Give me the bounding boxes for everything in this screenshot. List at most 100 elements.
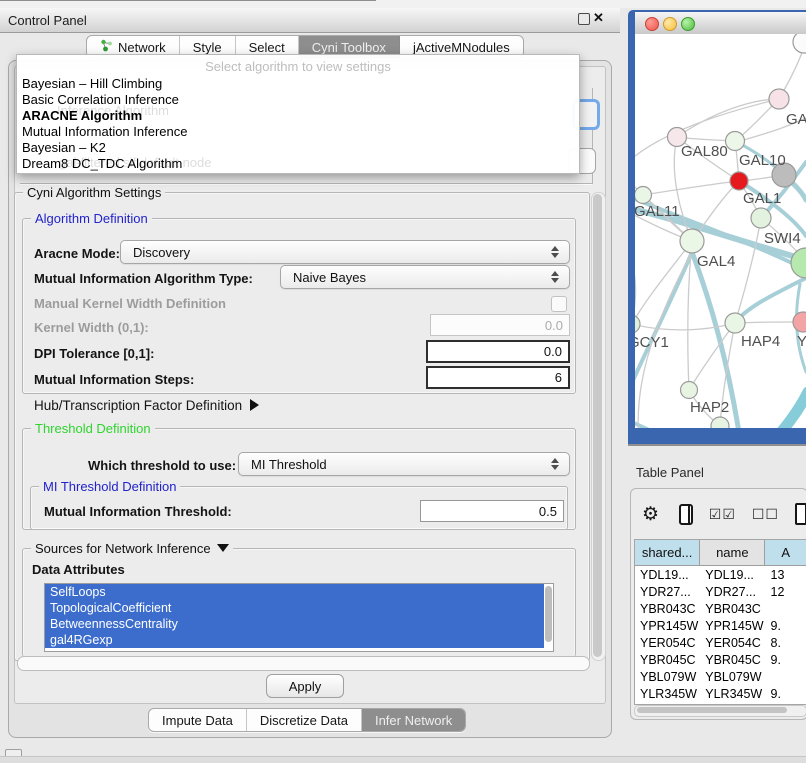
table-row[interactable]: YER054CYER054C8.: [635, 634, 806, 651]
network-edge[interactable]: [735, 218, 761, 323]
table-cell[interactable]: YBR043C: [700, 600, 765, 617]
table-cell[interactable]: 8.: [766, 634, 806, 651]
hub-definition-toggle[interactable]: Hub/Transcription Factor Definition: [34, 398, 259, 413]
network-graph[interactable]: GALGAL80GAL10GAL1GAL11SWI4GAL4GCY1HAP4YH…: [635, 34, 806, 428]
network-node[interactable]: [730, 172, 748, 190]
table-cell[interactable]: YDR27...: [635, 583, 700, 600]
network-node-gal[interactable]: [769, 89, 789, 109]
mi-steps-field[interactable]: 6: [426, 366, 570, 389]
table-cell[interactable]: 9.: [766, 617, 806, 634]
table-row[interactable]: YPR145WYPR145W9.: [635, 617, 806, 634]
network-node[interactable]: [711, 417, 729, 428]
network-edge[interactable]: [677, 99, 779, 137]
network-node-swi4[interactable]: [791, 248, 806, 278]
mi-steps-value: 6: [555, 370, 562, 385]
table-cell[interactable]: YER054C: [635, 634, 700, 651]
float-window-icon[interactable]: [578, 13, 590, 25]
column-header-name[interactable]: name: [700, 540, 765, 565]
network-canvas[interactable]: GALGAL80GAL10GAL1GAL11SWI4GAL4GCY1HAP4YH…: [635, 34, 806, 428]
aracne-mode-combo[interactable]: Discovery: [120, 240, 570, 264]
data-attribute-item[interactable]: TopologicalCoefficient: [45, 600, 544, 616]
settings-vertical-scrollbar[interactable]: [591, 192, 606, 661]
mi-algorithm-type-combo[interactable]: Naive Bayes: [280, 265, 570, 289]
list-scrollbar[interactable]: [545, 586, 552, 642]
network-edge[interactable]: [635, 252, 636, 324]
column-header-A[interactable]: A: [765, 540, 806, 565]
network-node-gal10[interactable]: [726, 132, 745, 151]
algorithm-option[interactable]: Bayesian – Hill Climbing: [22, 76, 575, 92]
algorithm-option[interactable]: Bayesian – K2: [22, 140, 575, 156]
network-node[interactable]: [793, 34, 806, 53]
table-cell[interactable]: YLR345W: [700, 685, 765, 702]
table-cell[interactable]: YPR145W: [635, 617, 700, 634]
tab-infer-network[interactable]: Infer Network: [362, 709, 465, 731]
network-node-gal11[interactable]: [635, 187, 652, 204]
data-attribute-item[interactable]: SelfLoops: [45, 584, 544, 600]
network-edge[interactable]: [635, 420, 692, 428]
checked-pair-icon[interactable]: ☑☑: [709, 506, 736, 523]
table-cell[interactable]: 9.: [766, 685, 806, 702]
which-threshold-combo[interactable]: MI Threshold: [238, 452, 570, 476]
table-cell[interactable]: YDR27...: [700, 583, 765, 600]
table-cell[interactable]: YDL19...: [700, 566, 765, 583]
apply-button[interactable]: Apply: [266, 674, 344, 698]
data-attributes-list[interactable]: SelfLoopsTopologicalCoefficientBetweenne…: [44, 583, 554, 652]
table-cell[interactable]: YBL079W: [700, 668, 765, 685]
network-node-gal4[interactable]: [680, 229, 704, 253]
zoom-traffic-light-icon[interactable]: [681, 17, 695, 31]
dpi-tolerance-field[interactable]: 0.0: [426, 340, 570, 363]
algorithm-option[interactable]: Basic Correlation Inference: [22, 92, 575, 108]
network-node-hap2[interactable]: [681, 382, 698, 399]
network-edge[interactable]: [768, 392, 806, 428]
table-row[interactable]: YDL19...YDL19...13: [635, 566, 806, 583]
columns-icon[interactable]: [679, 504, 693, 525]
table-cell[interactable]: YPR145W: [700, 617, 765, 634]
manual-kernel-width-checkbox[interactable]: [551, 296, 567, 312]
table-horizontal-scrollbar[interactable]: [634, 705, 806, 717]
table-cell[interactable]: YBR045C: [635, 651, 700, 668]
tab-discretize-data[interactable]: Discretize Data: [247, 709, 362, 731]
network-node-gal1[interactable]: [751, 208, 771, 228]
node-table[interactable]: shared...nameA YDL19...YDL19...13YDR27..…: [634, 539, 806, 705]
column-header-shared[interactable]: shared...: [635, 540, 700, 565]
mi-threshold-field[interactable]: 0.5: [420, 500, 564, 522]
table-cell[interactable]: 12: [766, 583, 806, 600]
tab-impute-data[interactable]: Impute Data: [149, 709, 247, 731]
minimize-traffic-light-icon[interactable]: [663, 17, 677, 31]
sources-title[interactable]: Sources for Network Inference: [31, 541, 233, 556]
table-cell[interactable]: 9.: [766, 651, 806, 668]
table-row[interactable]: YLR345WYLR345W9.: [635, 685, 806, 702]
table-row[interactable]: YBR043CYBR043C: [635, 600, 806, 617]
data-attribute-item[interactable]: BetweennessCentrality: [45, 616, 544, 632]
settings-horizontal-scrollbar[interactable]: [17, 656, 590, 671]
network-view-window[interactable]: GALGAL80GAL10GAL1GAL11SWI4GAL4GCY1HAP4YH…: [628, 10, 806, 444]
algorithm-option[interactable]: Dream8 DC_TDC Algorithm: [22, 156, 575, 172]
close-icon[interactable]: ✕: [593, 10, 604, 26]
kernel-width-field[interactable]: 0.0: [430, 314, 570, 336]
network-node-gcy1[interactable]: [635, 315, 640, 333]
table-row[interactable]: YBL079WYBL079W: [635, 668, 806, 685]
table-cell[interactable]: YBR043C: [635, 600, 700, 617]
table-cell[interactable]: YDL19...: [635, 566, 700, 583]
table-row[interactable]: YDR27...YDR27...12: [635, 583, 806, 600]
table-row[interactable]: YBR045CYBR045C9.: [635, 651, 806, 668]
table-cell[interactable]: 13: [766, 566, 806, 583]
table-cell[interactable]: YER054C: [700, 634, 765, 651]
unchecked-pair-icon[interactable]: ☐☐: [752, 506, 779, 523]
table-cell[interactable]: [766, 668, 806, 685]
algorithm-option[interactable]: ARACNE Algorithm: [22, 108, 575, 124]
algorithm-option[interactable]: Mutual Information Inference: [22, 124, 575, 140]
network-node-y[interactable]: [793, 312, 806, 332]
data-attribute-item[interactable]: gal4RGexp: [45, 632, 544, 648]
network-node-hap4[interactable]: [725, 313, 745, 333]
network-edge[interactable]: [643, 181, 739, 195]
network-edge[interactable]: [635, 323, 735, 330]
gear-icon[interactable]: ⚙: [642, 503, 659, 526]
table-cell[interactable]: YLR345W: [635, 685, 700, 702]
network-window-titlebar[interactable]: [635, 12, 806, 35]
document-icon[interactable]: [795, 503, 806, 525]
table-cell[interactable]: YBR045C: [700, 651, 765, 668]
close-traffic-light-icon[interactable]: [645, 17, 659, 31]
table-cell[interactable]: [766, 600, 806, 617]
table-cell[interactable]: YBL079W: [635, 668, 700, 685]
